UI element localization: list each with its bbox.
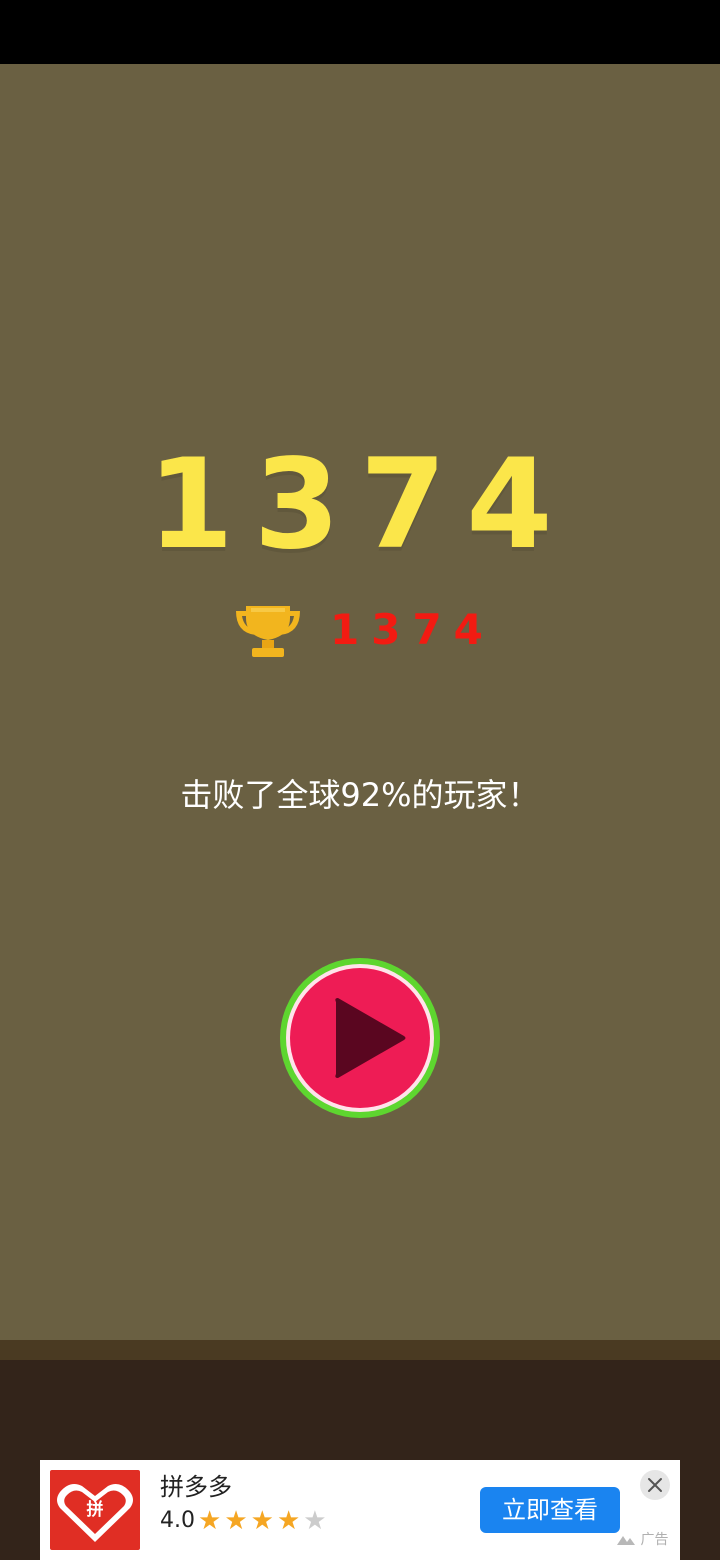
ad-banner[interactable]: 拼 拼多多 4.0 ★ ★ ★ ★ ★ 立即查看 广告 [40, 1460, 680, 1560]
star-icon: ★ [276, 1506, 301, 1536]
ad-cta-button[interactable]: 立即查看 [480, 1487, 620, 1533]
close-icon[interactable] [640, 1470, 670, 1500]
star-icon: ★ [224, 1506, 248, 1536]
trophy-icon [232, 596, 304, 660]
ad-app-logo[interactable]: 拼 [50, 1470, 140, 1550]
ad-label-text: 广告 [640, 1532, 669, 1548]
rank-message: 击败了全球92%的玩家！ [180, 776, 540, 814]
game-over-screen [0, 64, 720, 1340]
ad-label: 广告 [616, 1530, 668, 1550]
play-icon [278, 958, 442, 1124]
ground-edge [0, 1340, 720, 1360]
star-icon: ★ [250, 1506, 274, 1536]
ad-rating-value: 4.0 [160, 1508, 195, 1533]
ad-mark-icon [616, 1532, 640, 1548]
status-bar [0, 0, 720, 64]
best-score: 1374 [330, 605, 495, 654]
play-again-button[interactable] [278, 956, 442, 1120]
best-score-row: 1374 [0, 594, 720, 664]
current-score: 1374 [147, 433, 573, 577]
ad-app-name: 拼多多 [160, 1473, 232, 1501]
star-icon: ★ [303, 1506, 327, 1536]
star-icon: ★ [198, 1506, 222, 1536]
ad-rating-row: 4.0 ★ ★ ★ ★ ★ [160, 1504, 327, 1538]
ad-logo-text: 拼 [86, 1500, 104, 1520]
